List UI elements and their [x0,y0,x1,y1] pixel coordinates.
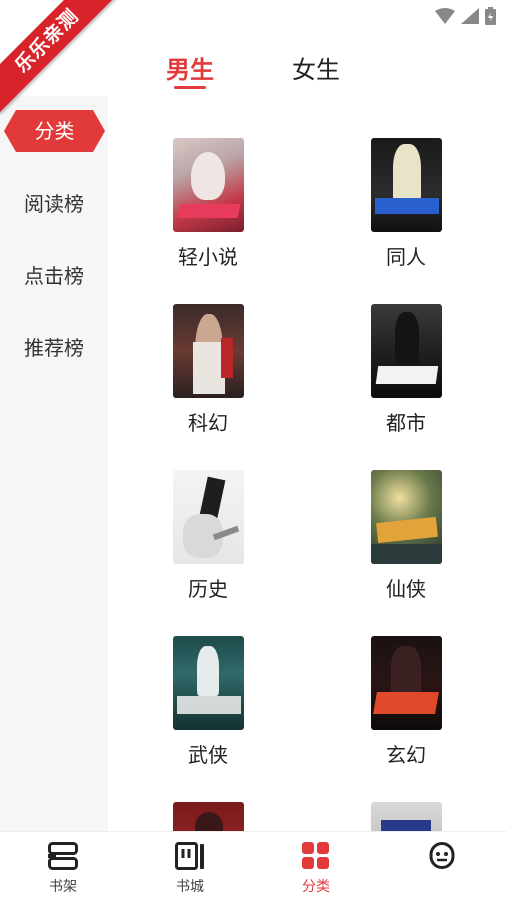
nav-profile[interactable] [410,842,474,878]
wifi-icon [435,8,455,24]
ribbon-text: 乐乐亲测 [0,0,120,114]
category-cover [370,304,442,398]
sidebar-item-reading-rank[interactable]: 阅读榜 [0,182,108,226]
active-tab-indicator [174,86,206,89]
category-cover [370,470,442,564]
tab-male[interactable]: 男生 [166,50,214,85]
tab-female[interactable]: 女生 [292,50,340,85]
category-partial-right[interactable] [336,802,476,831]
category-cover [172,304,244,398]
category-label: 都市 [386,411,426,435]
category-label: 玄幻 [386,743,426,767]
sidebar: 分类 阅读榜 点击榜 推荐榜 [0,96,108,831]
category-fantasy[interactable]: 玄幻 [336,636,476,768]
bookshelf-icon [48,842,78,870]
category-urban[interactable]: 都市 [336,304,476,436]
category-grid: 轻小说 同人 科幻 都市 历史 仙侠 武侠 玄幻 [108,96,506,831]
category-sci-fi[interactable]: 科幻 [138,304,278,436]
signal-icon [461,8,479,24]
category-label: 武侠 [188,743,228,767]
gender-tabs: 男生 女生 [108,44,506,96]
nav-bookstore[interactable]: 书城 [158,842,222,896]
category-grid-icon [302,842,329,869]
category-cover [172,138,244,232]
battery-icon [485,7,496,25]
category-cover [370,802,442,831]
category-fan-fiction[interactable]: 同人 [336,138,476,270]
corner-ribbon: 乐乐亲测 [0,0,120,120]
bookstore-icon [175,842,204,870]
category-cover [172,802,244,831]
category-cover [370,138,442,232]
category-label: 历史 [188,577,228,601]
category-label: 科幻 [188,411,228,435]
nav-label: 书城 [176,879,204,895]
category-label: 仙侠 [386,577,426,601]
bottom-nav: 书架 书城 分类 [0,831,506,901]
category-history[interactable]: 历史 [138,470,278,602]
nav-category[interactable]: 分类 [284,842,348,896]
category-label: 同人 [386,245,426,269]
category-cover [172,636,244,730]
category-light-novel[interactable]: 轻小说 [138,138,278,270]
category-xianxia[interactable]: 仙侠 [336,470,476,602]
sidebar-item-click-rank[interactable]: 点击榜 [0,254,108,298]
category-wuxia[interactable]: 武侠 [138,636,278,768]
nav-label: 分类 [302,879,330,895]
category-cover [370,636,442,730]
status-icons [435,7,496,25]
category-label: 轻小说 [178,245,238,269]
sidebar-item-recommend-rank[interactable]: 推荐榜 [0,326,108,370]
profile-icon [429,842,455,869]
nav-bookshelf[interactable]: 书架 [31,842,95,896]
category-partial-left[interactable] [138,802,278,831]
nav-label: 书架 [49,879,77,895]
category-cover [172,470,244,564]
